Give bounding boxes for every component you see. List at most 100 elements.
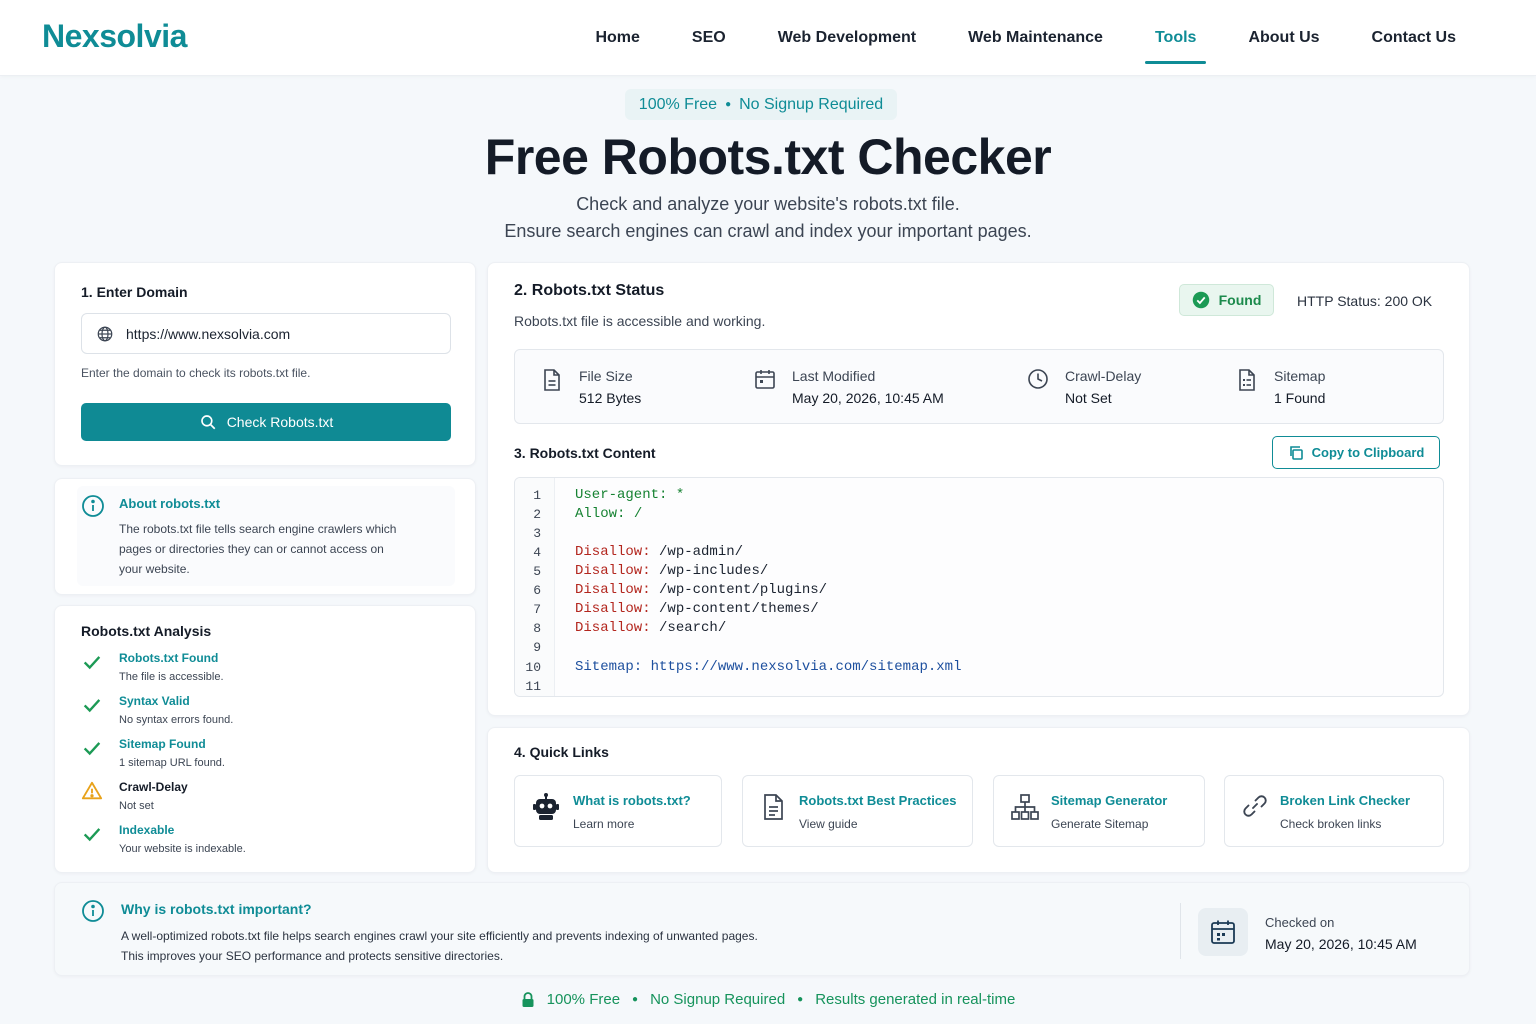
quick-link-sitemap-generator[interactable]: Sitemap Generator Generate Sitemap <box>993 775 1205 847</box>
code-line: 7 Disallow: /wp-content/themes/ <box>515 600 1435 619</box>
analysis-item-title: Sitemap Found <box>119 737 206 751</box>
checked-on-label: Checked on <box>1265 915 1335 930</box>
quick-link-what-is-robots[interactable]: What is robots.txt? Learn more <box>514 775 722 847</box>
content-title: 3. Robots.txt Content <box>514 445 656 461</box>
code-text: Allow: / <box>575 505 642 524</box>
nav-about-us[interactable]: About Us <box>1222 0 1345 76</box>
stat-value: May 20, 2026, 10:45 AM <box>792 390 944 406</box>
info-icon <box>82 900 104 922</box>
robots-code-viewer[interactable]: 1 User-agent: * 2 Allow: / 3 4 Disallow: /wp-a… <box>514 477 1444 697</box>
hero-badge-free: 100% Free <box>638 95 718 113</box>
file-stats: File Size 512 Bytes Last Modified May 20… <box>514 349 1444 424</box>
checked-on-icon-box <box>1198 908 1248 956</box>
check-icon <box>83 742 101 756</box>
code-text: Disallow: /wp-content/plugins/ <box>575 581 827 600</box>
line-number: 8 <box>533 621 541 636</box>
robots-status-card: 2. Robots.txt Status Robots.txt file is … <box>487 262 1470 716</box>
stat-label: Last Modified <box>792 368 876 384</box>
quick-link-best-practices[interactable]: Robots.txt Best Practices View guide <box>742 775 973 847</box>
domain-input[interactable] <box>126 325 426 342</box>
code-line: 11 <box>515 677 1435 696</box>
copy-to-clipboard-button[interactable]: Copy to Clipboard <box>1272 436 1440 469</box>
code-directive: User-agent: <box>575 487 668 503</box>
status-badge-label: Found <box>1218 292 1262 308</box>
lock-icon <box>522 991 534 1007</box>
code-text: Disallow: /wp-content/themes/ <box>575 600 819 619</box>
link-icon <box>1243 795 1267 817</box>
analysis-item-desc: 1 sitemap URL found. <box>119 757 225 769</box>
why-robots-important-card: Why is robots.txt important? A well-opti… <box>54 882 1470 976</box>
check-robots-label: Check Robots.txt <box>226 414 334 430</box>
divider <box>1180 903 1181 959</box>
quick-link-sub: Learn more <box>573 817 635 831</box>
about-robots-card: About robots.txt The robots.txt file tel… <box>54 478 476 595</box>
footer-features: 100% Free ● No Signup Required ● Results… <box>0 991 1536 1008</box>
analysis-item: Crawl-Delay Not set <box>81 780 461 820</box>
quick-links-card: 4. Quick Links What is robots.txt? Learn… <box>487 727 1470 873</box>
stat-value: 1 Found <box>1274 390 1326 406</box>
nav-tools[interactable]: Tools <box>1129 0 1222 76</box>
hero-badge: 100% Free ● No Signup Required <box>625 89 897 120</box>
check-icon <box>83 656 101 670</box>
copy-icon <box>1289 445 1303 460</box>
code-directive: Disallow: <box>575 563 651 579</box>
quick-links-title: 4. Quick Links <box>514 744 609 760</box>
about-robots-text: The robots.txt file tells search engine … <box>119 522 397 576</box>
code-value: https://www.nexsolvia.com/sitemap.xml <box>642 659 962 675</box>
code-value: /wp-admin/ <box>650 544 744 560</box>
code-line: 3 <box>515 524 1435 543</box>
quick-link-broken-link-checker[interactable]: Broken Link Checker Check broken links <box>1224 775 1444 847</box>
code-text: User-agent: * <box>575 486 684 505</box>
warning-icon <box>81 781 103 800</box>
check-icon <box>83 699 101 713</box>
quick-link-title: Robots.txt Best Practices <box>799 793 957 808</box>
sitemap-file-icon <box>1239 369 1255 391</box>
analysis-item-title: Indexable <box>119 823 175 837</box>
nav-web-development[interactable]: Web Development <box>752 0 942 76</box>
analysis-item-title: Crawl-Delay <box>119 780 188 794</box>
nav-web-maintenance[interactable]: Web Maintenance <box>942 0 1129 76</box>
code-line: 2 Allow: / <box>515 505 1435 524</box>
check-robots-button[interactable]: Check Robots.txt <box>81 403 451 441</box>
line-number: 7 <box>533 602 541 617</box>
search-icon <box>200 415 216 430</box>
code-value: /wp-includes/ <box>650 563 769 579</box>
code-line: 9 <box>515 638 1435 657</box>
page-subtitle-2: Ensure search engines can crawl and inde… <box>504 221 1032 241</box>
footer-free: 100% Free <box>546 991 621 1008</box>
copy-to-clipboard-label: Copy to Clipboard <box>1311 445 1425 460</box>
main-nav: Home SEO Web Development Web Maintenance… <box>569 0 1482 76</box>
quick-link-sub: Generate Sitemap <box>1051 817 1149 831</box>
quick-link-sub: View guide <box>799 817 858 831</box>
line-number: 3 <box>533 526 541 541</box>
file-icon <box>544 369 560 391</box>
code-value: /wp-content/themes/ <box>650 601 819 617</box>
analysis-item: Indexable Your website is indexable. <box>81 823 461 863</box>
robot-icon <box>533 793 559 820</box>
status-title: 2. Robots.txt Status <box>514 282 665 299</box>
stat-value: Not Set <box>1065 390 1112 406</box>
stat-label: File Size <box>579 368 633 384</box>
line-number: 2 <box>533 507 541 522</box>
why-title: Why is robots.txt important? <box>121 901 312 917</box>
why-text-line-1: A well-optimized robots.txt file helps s… <box>121 929 758 943</box>
code-text: Disallow: /wp-admin/ <box>575 543 743 562</box>
site-header: Nexsolvia Home SEO Web Development Web M… <box>0 0 1536 76</box>
site-logo[interactable]: Nexsolvia <box>42 18 187 55</box>
code-line: 1 User-agent: * <box>515 486 1435 505</box>
code-directive: Disallow: <box>575 620 651 636</box>
nav-contact-us[interactable]: Contact Us <box>1346 0 1482 76</box>
nav-seo[interactable]: SEO <box>666 0 752 76</box>
analysis-item-title: Syntax Valid <box>119 694 190 708</box>
bullet-separator: ● <box>632 994 639 1005</box>
analysis-item-title: Robots.txt Found <box>119 651 219 665</box>
nav-home[interactable]: Home <box>569 0 665 76</box>
line-number: 9 <box>533 640 541 655</box>
info-icon <box>82 495 104 517</box>
http-status: HTTP Status: 200 OK <box>1297 293 1433 309</box>
clock-icon <box>1028 369 1048 389</box>
enter-domain-card: 1. Enter Domain Enter the domain to chec… <box>54 262 476 466</box>
code-directive: Allow: <box>575 506 626 522</box>
domain-input-wrapper[interactable] <box>81 313 451 354</box>
analysis-item: Sitemap Found 1 sitemap URL found. <box>81 737 461 777</box>
